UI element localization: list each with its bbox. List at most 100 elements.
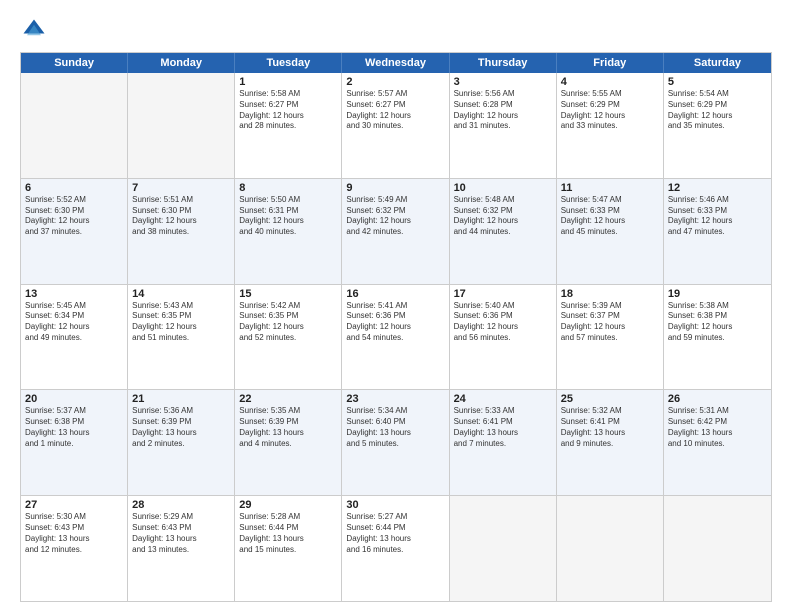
calendar-cell — [21, 73, 128, 178]
day-info: Sunrise: 5:46 AM Sunset: 6:33 PM Dayligh… — [668, 195, 767, 238]
day-number: 25 — [561, 393, 659, 405]
day-number: 15 — [239, 288, 337, 300]
calendar-cell: 21Sunrise: 5:36 AM Sunset: 6:39 PM Dayli… — [128, 390, 235, 495]
day-number: 13 — [25, 288, 123, 300]
day-number: 24 — [454, 393, 552, 405]
calendar-cell: 28Sunrise: 5:29 AM Sunset: 6:43 PM Dayli… — [128, 496, 235, 601]
day-info: Sunrise: 5:47 AM Sunset: 6:33 PM Dayligh… — [561, 195, 659, 238]
logo — [20, 16, 52, 44]
day-info: Sunrise: 5:56 AM Sunset: 6:28 PM Dayligh… — [454, 89, 552, 132]
day-number: 7 — [132, 182, 230, 194]
day-info: Sunrise: 5:41 AM Sunset: 6:36 PM Dayligh… — [346, 301, 444, 344]
day-info: Sunrise: 5:31 AM Sunset: 6:42 PM Dayligh… — [668, 406, 767, 449]
calendar-row: 6Sunrise: 5:52 AM Sunset: 6:30 PM Daylig… — [21, 178, 771, 284]
day-info: Sunrise: 5:29 AM Sunset: 6:43 PM Dayligh… — [132, 512, 230, 555]
day-info: Sunrise: 5:52 AM Sunset: 6:30 PM Dayligh… — [25, 195, 123, 238]
calendar-cell — [557, 496, 664, 601]
calendar-cell: 13Sunrise: 5:45 AM Sunset: 6:34 PM Dayli… — [21, 285, 128, 390]
day-number: 8 — [239, 182, 337, 194]
calendar-row: 13Sunrise: 5:45 AM Sunset: 6:34 PM Dayli… — [21, 284, 771, 390]
calendar-cell: 2Sunrise: 5:57 AM Sunset: 6:27 PM Daylig… — [342, 73, 449, 178]
calendar-cell: 9Sunrise: 5:49 AM Sunset: 6:32 PM Daylig… — [342, 179, 449, 284]
calendar-cell: 20Sunrise: 5:37 AM Sunset: 6:38 PM Dayli… — [21, 390, 128, 495]
day-number: 3 — [454, 76, 552, 88]
calendar-cell: 6Sunrise: 5:52 AM Sunset: 6:30 PM Daylig… — [21, 179, 128, 284]
calendar-cell — [128, 73, 235, 178]
calendar-cell: 22Sunrise: 5:35 AM Sunset: 6:39 PM Dayli… — [235, 390, 342, 495]
calendar-cell: 24Sunrise: 5:33 AM Sunset: 6:41 PM Dayli… — [450, 390, 557, 495]
calendar-cell: 16Sunrise: 5:41 AM Sunset: 6:36 PM Dayli… — [342, 285, 449, 390]
day-number: 10 — [454, 182, 552, 194]
calendar-cell: 3Sunrise: 5:56 AM Sunset: 6:28 PM Daylig… — [450, 73, 557, 178]
day-number: 1 — [239, 76, 337, 88]
header — [20, 16, 772, 44]
day-info: Sunrise: 5:36 AM Sunset: 6:39 PM Dayligh… — [132, 406, 230, 449]
day-info: Sunrise: 5:55 AM Sunset: 6:29 PM Dayligh… — [561, 89, 659, 132]
day-info: Sunrise: 5:45 AM Sunset: 6:34 PM Dayligh… — [25, 301, 123, 344]
day-number: 22 — [239, 393, 337, 405]
day-number: 6 — [25, 182, 123, 194]
day-number: 12 — [668, 182, 767, 194]
calendar-cell: 7Sunrise: 5:51 AM Sunset: 6:30 PM Daylig… — [128, 179, 235, 284]
calendar-cell: 18Sunrise: 5:39 AM Sunset: 6:37 PM Dayli… — [557, 285, 664, 390]
calendar-cell: 27Sunrise: 5:30 AM Sunset: 6:43 PM Dayli… — [21, 496, 128, 601]
day-number: 18 — [561, 288, 659, 300]
calendar-cell: 30Sunrise: 5:27 AM Sunset: 6:44 PM Dayli… — [342, 496, 449, 601]
calendar-cell: 29Sunrise: 5:28 AM Sunset: 6:44 PM Dayli… — [235, 496, 342, 601]
calendar-cell: 11Sunrise: 5:47 AM Sunset: 6:33 PM Dayli… — [557, 179, 664, 284]
day-info: Sunrise: 5:38 AM Sunset: 6:38 PM Dayligh… — [668, 301, 767, 344]
day-info: Sunrise: 5:54 AM Sunset: 6:29 PM Dayligh… — [668, 89, 767, 132]
day-info: Sunrise: 5:57 AM Sunset: 6:27 PM Dayligh… — [346, 89, 444, 132]
calendar-cell: 1Sunrise: 5:58 AM Sunset: 6:27 PM Daylig… — [235, 73, 342, 178]
day-info: Sunrise: 5:37 AM Sunset: 6:38 PM Dayligh… — [25, 406, 123, 449]
day-number: 5 — [668, 76, 767, 88]
logo-icon — [20, 16, 48, 44]
day-number: 17 — [454, 288, 552, 300]
weekday-header: Wednesday — [342, 53, 449, 73]
day-info: Sunrise: 5:39 AM Sunset: 6:37 PM Dayligh… — [561, 301, 659, 344]
day-info: Sunrise: 5:35 AM Sunset: 6:39 PM Dayligh… — [239, 406, 337, 449]
day-info: Sunrise: 5:33 AM Sunset: 6:41 PM Dayligh… — [454, 406, 552, 449]
day-number: 21 — [132, 393, 230, 405]
calendar-row: 20Sunrise: 5:37 AM Sunset: 6:38 PM Dayli… — [21, 389, 771, 495]
day-number: 23 — [346, 393, 444, 405]
day-number: 16 — [346, 288, 444, 300]
calendar-cell: 26Sunrise: 5:31 AM Sunset: 6:42 PM Dayli… — [664, 390, 771, 495]
day-number: 4 — [561, 76, 659, 88]
day-number: 27 — [25, 499, 123, 511]
weekday-header: Saturday — [664, 53, 771, 73]
weekday-header: Sunday — [21, 53, 128, 73]
day-info: Sunrise: 5:48 AM Sunset: 6:32 PM Dayligh… — [454, 195, 552, 238]
day-info: Sunrise: 5:32 AM Sunset: 6:41 PM Dayligh… — [561, 406, 659, 449]
calendar-cell: 10Sunrise: 5:48 AM Sunset: 6:32 PM Dayli… — [450, 179, 557, 284]
day-number: 29 — [239, 499, 337, 511]
day-info: Sunrise: 5:40 AM Sunset: 6:36 PM Dayligh… — [454, 301, 552, 344]
calendar-cell: 5Sunrise: 5:54 AM Sunset: 6:29 PM Daylig… — [664, 73, 771, 178]
calendar-cell: 14Sunrise: 5:43 AM Sunset: 6:35 PM Dayli… — [128, 285, 235, 390]
day-number: 11 — [561, 182, 659, 194]
day-number: 28 — [132, 499, 230, 511]
calendar-row: 27Sunrise: 5:30 AM Sunset: 6:43 PM Dayli… — [21, 495, 771, 601]
calendar: SundayMondayTuesdayWednesdayThursdayFrid… — [20, 52, 772, 602]
day-number: 20 — [25, 393, 123, 405]
calendar-cell — [450, 496, 557, 601]
day-number: 2 — [346, 76, 444, 88]
day-info: Sunrise: 5:30 AM Sunset: 6:43 PM Dayligh… — [25, 512, 123, 555]
calendar-cell — [664, 496, 771, 601]
day-info: Sunrise: 5:50 AM Sunset: 6:31 PM Dayligh… — [239, 195, 337, 238]
calendar-body: 1Sunrise: 5:58 AM Sunset: 6:27 PM Daylig… — [21, 73, 771, 601]
calendar-cell: 23Sunrise: 5:34 AM Sunset: 6:40 PM Dayli… — [342, 390, 449, 495]
day-info: Sunrise: 5:42 AM Sunset: 6:35 PM Dayligh… — [239, 301, 337, 344]
day-info: Sunrise: 5:49 AM Sunset: 6:32 PM Dayligh… — [346, 195, 444, 238]
day-info: Sunrise: 5:51 AM Sunset: 6:30 PM Dayligh… — [132, 195, 230, 238]
calendar-header: SundayMondayTuesdayWednesdayThursdayFrid… — [21, 53, 771, 73]
day-info: Sunrise: 5:43 AM Sunset: 6:35 PM Dayligh… — [132, 301, 230, 344]
weekday-header: Tuesday — [235, 53, 342, 73]
calendar-cell: 8Sunrise: 5:50 AM Sunset: 6:31 PM Daylig… — [235, 179, 342, 284]
page: SundayMondayTuesdayWednesdayThursdayFrid… — [0, 0, 792, 612]
day-info: Sunrise: 5:34 AM Sunset: 6:40 PM Dayligh… — [346, 406, 444, 449]
calendar-cell: 25Sunrise: 5:32 AM Sunset: 6:41 PM Dayli… — [557, 390, 664, 495]
day-info: Sunrise: 5:27 AM Sunset: 6:44 PM Dayligh… — [346, 512, 444, 555]
weekday-header: Friday — [557, 53, 664, 73]
calendar-cell: 17Sunrise: 5:40 AM Sunset: 6:36 PM Dayli… — [450, 285, 557, 390]
